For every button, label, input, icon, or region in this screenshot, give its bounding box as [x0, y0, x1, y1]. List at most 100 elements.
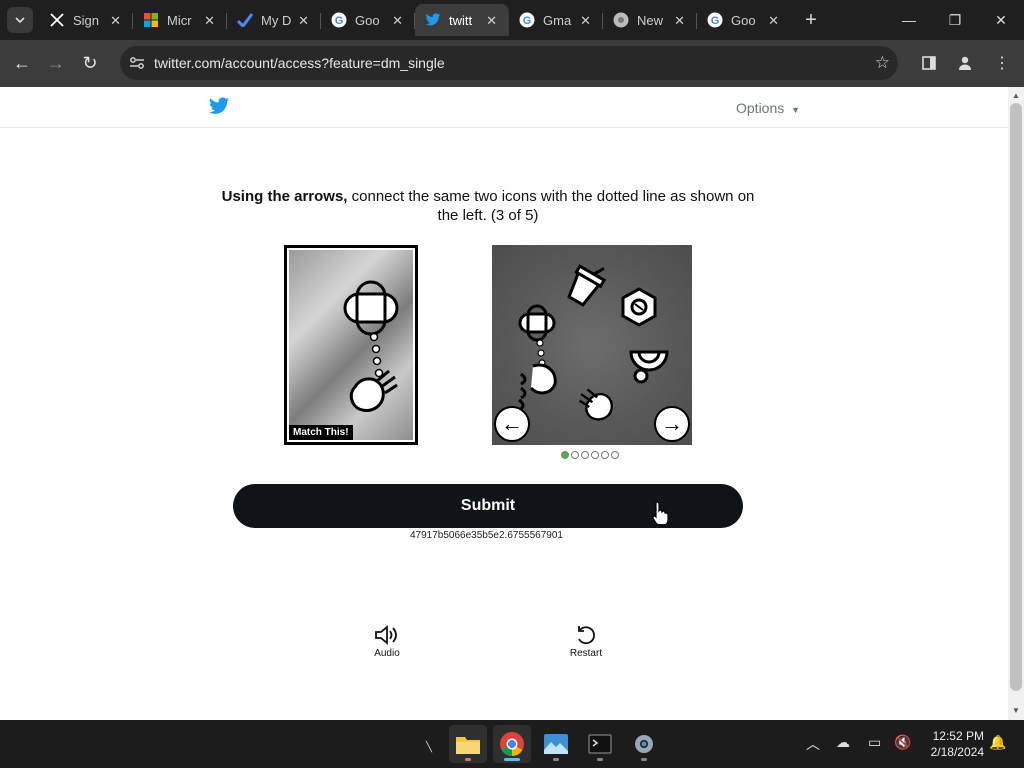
- page-dot: [611, 451, 619, 459]
- google-icon: G: [519, 12, 535, 28]
- close-icon[interactable]: ✕: [674, 13, 685, 29]
- reload-button[interactable]: ↻: [73, 47, 107, 81]
- restart-label: Restart: [569, 648, 603, 659]
- svg-text:G: G: [711, 15, 720, 27]
- plus-icon: +: [805, 8, 817, 31]
- cloud-offline-icon[interactable]: ☁: [836, 734, 850, 751]
- tab-my-d[interactable]: My D ✕: [227, 4, 321, 36]
- signal-icon: [629, 350, 669, 384]
- close-icon[interactable]: ✕: [486, 13, 497, 29]
- tab-gmail[interactable]: G Gma ✕: [509, 4, 603, 36]
- page-header: Options ▼: [0, 87, 1008, 128]
- tab-title: twitt: [449, 12, 473, 28]
- caret-down-icon: ▼: [791, 105, 801, 115]
- widgets-icon[interactable]: ╲: [426, 742, 432, 753]
- more-vert-icon: ⋮: [994, 55, 1010, 72]
- close-icon[interactable]: ✕: [298, 13, 309, 29]
- minimize-button[interactable]: —: [886, 0, 932, 40]
- file-explorer-button[interactable]: [449, 725, 487, 763]
- tab-search-button[interactable]: [7, 7, 33, 33]
- clock[interactable]: 12:52 PM 2/18/2024: [920, 728, 984, 760]
- prev-arrow-button[interactable]: ←: [494, 406, 530, 442]
- scroll-up-icon[interactable]: ▲: [1012, 91, 1020, 100]
- profile-button[interactable]: [948, 46, 982, 80]
- clock-date: 2/18/2024: [930, 745, 984, 759]
- forward-button[interactable]: →: [39, 47, 73, 81]
- tab-google-2[interactable]: G Goo ✕: [697, 4, 791, 36]
- profile-icon: [959, 56, 971, 70]
- page-dot: [591, 451, 599, 459]
- close-icon[interactable]: ✕: [768, 13, 779, 29]
- tab-new[interactable]: New ✕: [603, 4, 697, 36]
- tab-title: My D: [261, 12, 292, 28]
- close-icon[interactable]: ✕: [580, 13, 591, 29]
- menu-button[interactable]: ⋮: [985, 46, 1019, 80]
- address-bar[interactable]: twitter.com/account/access?feature=dm_si…: [120, 46, 898, 80]
- svg-text:G: G: [523, 15, 532, 27]
- google-icon: G: [707, 12, 723, 28]
- network-icon[interactable]: ▭: [868, 734, 881, 751]
- cup-icon: [567, 264, 607, 307]
- close-icon[interactable]: ✕: [392, 13, 403, 29]
- puzzle-image: ← →: [492, 245, 692, 445]
- photos-taskbar-button[interactable]: [537, 725, 575, 763]
- notification-bell-icon[interactable]: 🔔: [989, 734, 1006, 751]
- hand-cursor-icon: [652, 501, 668, 524]
- gear-icon: [635, 735, 653, 753]
- bookmark-star-icon[interactable]: ☆: [875, 53, 890, 73]
- scroll-thumb[interactable]: [1010, 103, 1022, 691]
- back-button[interactable]: ←: [5, 47, 39, 81]
- reload-icon: ↻: [82, 53, 98, 73]
- next-arrow-button[interactable]: →: [654, 406, 690, 442]
- restore-button[interactable]: ❐: [932, 0, 978, 40]
- x-icon: [49, 12, 65, 28]
- twitter-logo[interactable]: [208, 97, 230, 121]
- tab-microsoft[interactable]: Micr ✕: [133, 4, 227, 36]
- new-tab-button[interactable]: +: [797, 6, 825, 34]
- reference-icons: [343, 280, 399, 412]
- google-icon: G: [331, 12, 347, 28]
- session-id: 47917b5066e35b5e2.6755567901: [410, 530, 563, 541]
- close-icon[interactable]: ✕: [110, 13, 121, 29]
- tab-title: Gma: [543, 12, 572, 28]
- restart-button[interactable]: Restart: [556, 622, 616, 659]
- options-menu[interactable]: Options ▼: [736, 100, 800, 116]
- terminal-icon: [588, 734, 612, 754]
- chevron-up-icon[interactable]: ︿: [806, 734, 820, 754]
- tab-twitter[interactable]: twitt ✕: [415, 4, 509, 36]
- page-dot: [601, 451, 609, 459]
- site-settings-icon[interactable]: [120, 46, 154, 80]
- fish-icon: [518, 363, 557, 412]
- scroll-down-icon[interactable]: ▼: [1012, 706, 1020, 715]
- side-panel-button[interactable]: [912, 46, 946, 80]
- terminal-taskbar-button[interactable]: [581, 725, 619, 763]
- chrome-taskbar-button[interactable]: [493, 725, 531, 763]
- check-icon: [237, 12, 253, 28]
- options-label: Options: [736, 100, 785, 116]
- meteor-icon: [349, 369, 398, 412]
- tab-x-sign[interactable]: Sign ✕: [39, 4, 133, 36]
- chrome-icon: [500, 732, 524, 756]
- close-window-button[interactable]: ✕: [978, 0, 1024, 40]
- volume-muted-icon[interactable]: 🔇: [894, 734, 911, 751]
- close-icon[interactable]: ✕: [204, 13, 215, 29]
- settings-taskbar-button[interactable]: [625, 725, 663, 763]
- tab-list: Sign ✕ Micr ✕ My D ✕ G Goo ✕ twitt ✕ G G…: [39, 4, 791, 36]
- instruction-text: connect the same two icons with the dott…: [347, 188, 755, 224]
- taskbar: ╲ ︿ ☁ ▭ 🔇 12:52 PM 2/18/2024 🔔: [0, 720, 1024, 768]
- tab-title: Micr: [167, 12, 192, 28]
- arrow-left-icon: ←: [13, 53, 31, 73]
- meteor-icon: [578, 388, 613, 421]
- browser-toolbar: ← → ↻ twitter.com/account/access?feature…: [0, 40, 1024, 87]
- audio-button[interactable]: Audio: [357, 622, 417, 659]
- page-dot: [561, 451, 569, 459]
- instruction-bold: Using the arrows,: [221, 188, 348, 205]
- dotted-line: [369, 332, 384, 378]
- photos-icon: [544, 734, 568, 754]
- challenge-instruction: Using the arrows, connect the same two i…: [220, 187, 756, 225]
- knot-icon: [343, 280, 399, 336]
- tab-google-1[interactable]: G Goo ✕: [321, 4, 415, 36]
- restore-icon: ❐: [948, 11, 962, 28]
- page-content: Options ▼ Using the arrows, connect the …: [0, 87, 1008, 720]
- page-scrollbar[interactable]: ▲ ▼: [1008, 87, 1024, 720]
